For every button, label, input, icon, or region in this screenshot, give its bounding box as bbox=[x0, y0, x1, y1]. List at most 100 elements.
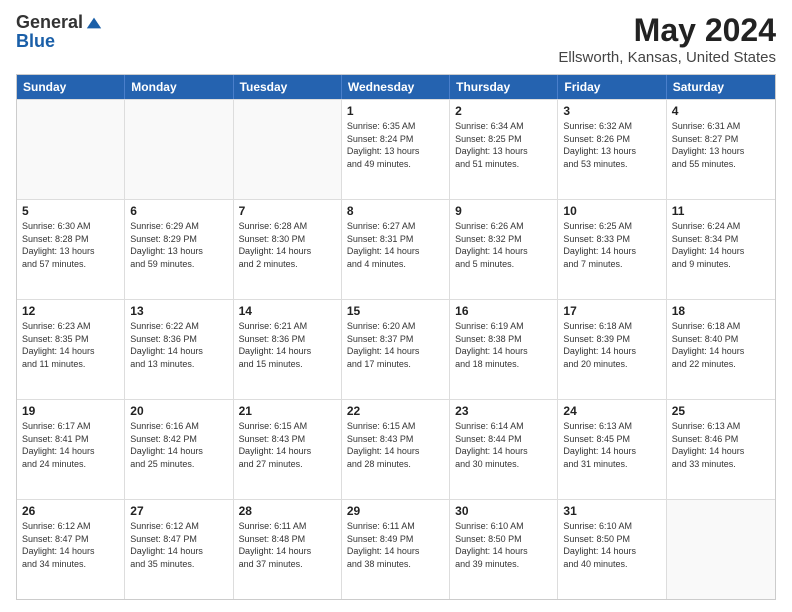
logo: General Blue bbox=[16, 12, 103, 52]
day-info: Sunrise: 6:15 AMSunset: 8:43 PMDaylight:… bbox=[347, 420, 444, 470]
calendar-cell: 14 Sunrise: 6:21 AMSunset: 8:36 PMDayligh… bbox=[234, 300, 342, 399]
day-info: Sunrise: 6:25 AMSunset: 8:33 PMDaylight:… bbox=[563, 220, 660, 270]
calendar-cell: 27 Sunrise: 6:12 AMSunset: 8:47 PMDayligh… bbox=[125, 500, 233, 599]
day-number: 25 bbox=[672, 404, 770, 418]
calendar-cell: 28 Sunrise: 6:11 AMSunset: 8:48 PMDayligh… bbox=[234, 500, 342, 599]
day-info: Sunrise: 6:18 AMSunset: 8:39 PMDaylight:… bbox=[563, 320, 660, 370]
calendar: SundayMondayTuesdayWednesdayThursdayFrid… bbox=[16, 74, 776, 600]
calendar-cell: 16Sunrise: 6:19 AMSunset: 8:38 PMDayligh… bbox=[450, 300, 558, 399]
day-info: Sunrise: 6:10 AMSunset: 8:50 PMDaylight:… bbox=[563, 520, 660, 570]
logo-blue-text: Blue bbox=[16, 31, 55, 52]
logo-text: General bbox=[16, 12, 103, 33]
day-number: 30 bbox=[455, 504, 552, 518]
day-info: Sunrise: 6:11 AMSunset: 8:48 PMDaylight:… bbox=[239, 520, 336, 570]
day-number: 27 bbox=[130, 504, 227, 518]
day-number: 31 bbox=[563, 504, 660, 518]
day-info: Sunrise: 6:18 AMSunset: 8:40 PMDaylight:… bbox=[672, 320, 770, 370]
day-info: Sunrise: 6:16 AMSunset: 8:42 PMDaylight:… bbox=[130, 420, 227, 470]
calendar-cell: 30Sunrise: 6:10 AMSunset: 8:50 PMDayligh… bbox=[450, 500, 558, 599]
day-number: 28 bbox=[239, 504, 336, 518]
day-info: Sunrise: 6:35 AMSunset: 8:24 PMDaylight:… bbox=[347, 120, 444, 170]
calendar-cell: 8 Sunrise: 6:27 AMSunset: 8:31 PMDaylight… bbox=[342, 200, 450, 299]
logo-general: General bbox=[16, 12, 83, 33]
day-info: Sunrise: 6:19 AMSunset: 8:38 PMDaylight:… bbox=[455, 320, 552, 370]
day-number: 9 bbox=[455, 204, 552, 218]
day-number: 13 bbox=[130, 304, 227, 318]
calendar-row: 19 Sunrise: 6:17 AMSunset: 8:41 PMDayligh… bbox=[17, 399, 775, 499]
calendar-row: 12 Sunrise: 6:23 AMSunset: 8:35 PMDayligh… bbox=[17, 299, 775, 399]
day-info: Sunrise: 6:21 AMSunset: 8:36 PMDaylight:… bbox=[239, 320, 336, 370]
calendar-cell: 13 Sunrise: 6:22 AMSunset: 8:36 PMDayligh… bbox=[125, 300, 233, 399]
day-info: Sunrise: 6:24 AMSunset: 8:34 PMDaylight:… bbox=[672, 220, 770, 270]
calendar-cell: 15 Sunrise: 6:20 AMSunset: 8:37 PMDayligh… bbox=[342, 300, 450, 399]
day-number: 14 bbox=[239, 304, 336, 318]
day-info: Sunrise: 6:27 AMSunset: 8:31 PMDaylight:… bbox=[347, 220, 444, 270]
day-number: 8 bbox=[347, 204, 444, 218]
day-info: Sunrise: 6:13 AMSunset: 8:45 PMDaylight:… bbox=[563, 420, 660, 470]
day-info: Sunrise: 6:28 AMSunset: 8:30 PMDaylight:… bbox=[239, 220, 336, 270]
day-info: Sunrise: 6:31 AMSunset: 8:27 PMDaylight:… bbox=[672, 120, 770, 170]
calendar-cell: 21Sunrise: 6:15 AMSunset: 8:43 PMDayligh… bbox=[234, 400, 342, 499]
day-info: Sunrise: 6:26 AMSunset: 8:32 PMDaylight:… bbox=[455, 220, 552, 270]
day-number: 15 bbox=[347, 304, 444, 318]
day-number: 10 bbox=[563, 204, 660, 218]
weekday-header: Wednesday bbox=[342, 75, 450, 99]
day-info: Sunrise: 6:20 AMSunset: 8:37 PMDaylight:… bbox=[347, 320, 444, 370]
day-number: 12 bbox=[22, 304, 119, 318]
calendar-cell: 18Sunrise: 6:18 AMSunset: 8:40 PMDayligh… bbox=[667, 300, 775, 399]
calendar-cell: 5Sunrise: 6:30 AMSunset: 8:28 PMDaylight… bbox=[17, 200, 125, 299]
day-info: Sunrise: 6:22 AMSunset: 8:36 PMDaylight:… bbox=[130, 320, 227, 370]
calendar-cell: 29 Sunrise: 6:11 AMSunset: 8:49 PMDayligh… bbox=[342, 500, 450, 599]
day-number: 19 bbox=[22, 404, 119, 418]
day-info: Sunrise: 6:12 AMSunset: 8:47 PMDaylight:… bbox=[22, 520, 119, 570]
calendar-body: 1 Sunrise: 6:35 AMSunset: 8:24 PMDaylight… bbox=[17, 99, 775, 599]
day-number: 20 bbox=[130, 404, 227, 418]
day-info: Sunrise: 6:15 AMSunset: 8:43 PMDaylight:… bbox=[239, 420, 336, 470]
day-number: 2 bbox=[455, 104, 552, 118]
day-info: Sunrise: 6:23 AMSunset: 8:35 PMDaylight:… bbox=[22, 320, 119, 370]
day-info: Sunrise: 6:12 AMSunset: 8:47 PMDaylight:… bbox=[130, 520, 227, 570]
calendar-cell: 11 Sunrise: 6:24 AMSunset: 8:34 PMDayligh… bbox=[667, 200, 775, 299]
calendar-cell: 19 Sunrise: 6:17 AMSunset: 8:41 PMDayligh… bbox=[17, 400, 125, 499]
day-number: 29 bbox=[347, 504, 444, 518]
calendar-cell: 25 Sunrise: 6:13 AMSunset: 8:46 PMDayligh… bbox=[667, 400, 775, 499]
weekday-header: Monday bbox=[125, 75, 233, 99]
day-number: 23 bbox=[455, 404, 552, 418]
calendar-cell: 31 Sunrise: 6:10 AMSunset: 8:50 PMDayligh… bbox=[558, 500, 666, 599]
day-number: 1 bbox=[347, 104, 444, 118]
day-info: Sunrise: 6:13 AMSunset: 8:46 PMDaylight:… bbox=[672, 420, 770, 470]
subtitle: Ellsworth, Kansas, United States bbox=[558, 49, 776, 66]
calendar-row: 5Sunrise: 6:30 AMSunset: 8:28 PMDaylight… bbox=[17, 199, 775, 299]
weekday-header: Thursday bbox=[450, 75, 558, 99]
day-number: 4 bbox=[672, 104, 770, 118]
calendar-cell: 23 Sunrise: 6:14 AMSunset: 8:44 PMDayligh… bbox=[450, 400, 558, 499]
day-number: 26 bbox=[22, 504, 119, 518]
calendar-cell bbox=[234, 100, 342, 199]
calendar-cell: 17Sunrise: 6:18 AMSunset: 8:39 PMDayligh… bbox=[558, 300, 666, 399]
calendar-cell: 12 Sunrise: 6:23 AMSunset: 8:35 PMDayligh… bbox=[17, 300, 125, 399]
page: General Blue May 2024 Ellsworth, Kansas,… bbox=[0, 0, 792, 612]
day-info: Sunrise: 6:17 AMSunset: 8:41 PMDaylight:… bbox=[22, 420, 119, 470]
day-number: 3 bbox=[563, 104, 660, 118]
day-info: Sunrise: 6:14 AMSunset: 8:44 PMDaylight:… bbox=[455, 420, 552, 470]
header: General Blue May 2024 Ellsworth, Kansas,… bbox=[16, 12, 776, 66]
day-number: 7 bbox=[239, 204, 336, 218]
calendar-row: 1 Sunrise: 6:35 AMSunset: 8:24 PMDaylight… bbox=[17, 99, 775, 199]
calendar-cell: 2Sunrise: 6:34 AMSunset: 8:25 PMDaylight… bbox=[450, 100, 558, 199]
calendar-header: SundayMondayTuesdayWednesdayThursdayFrid… bbox=[17, 75, 775, 99]
calendar-cell: 26 Sunrise: 6:12 AMSunset: 8:47 PMDayligh… bbox=[17, 500, 125, 599]
day-number: 24 bbox=[563, 404, 660, 418]
calendar-cell: 22Sunrise: 6:15 AMSunset: 8:43 PMDayligh… bbox=[342, 400, 450, 499]
day-number: 5 bbox=[22, 204, 119, 218]
logo-icon bbox=[85, 14, 103, 32]
calendar-cell bbox=[125, 100, 233, 199]
calendar-cell: 3Sunrise: 6:32 AMSunset: 8:26 PMDaylight… bbox=[558, 100, 666, 199]
day-number: 11 bbox=[672, 204, 770, 218]
calendar-cell: 6Sunrise: 6:29 AMSunset: 8:29 PMDaylight… bbox=[125, 200, 233, 299]
day-info: Sunrise: 6:29 AMSunset: 8:29 PMDaylight:… bbox=[130, 220, 227, 270]
main-title: May 2024 bbox=[558, 12, 776, 49]
weekday-header: Saturday bbox=[667, 75, 775, 99]
calendar-row: 26 Sunrise: 6:12 AMSunset: 8:47 PMDayligh… bbox=[17, 499, 775, 599]
day-info: Sunrise: 6:11 AMSunset: 8:49 PMDaylight:… bbox=[347, 520, 444, 570]
calendar-cell: 10 Sunrise: 6:25 AMSunset: 8:33 PMDayligh… bbox=[558, 200, 666, 299]
